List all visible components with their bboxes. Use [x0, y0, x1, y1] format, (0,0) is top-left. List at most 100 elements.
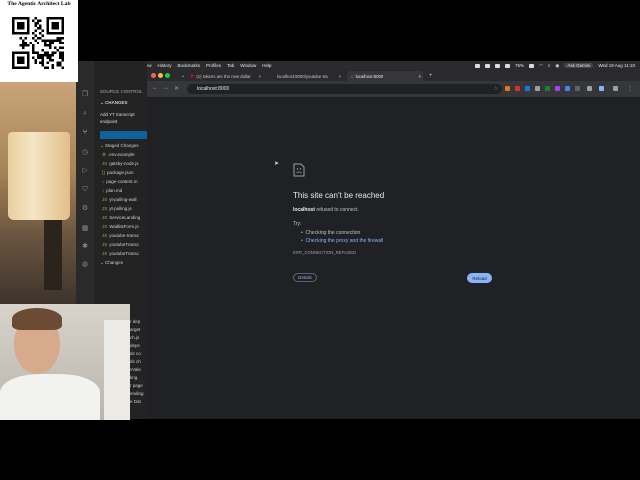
- audio-icon[interactable]: [504, 63, 510, 68]
- lab-title: The Agentic Architect Lab: [7, 1, 71, 7]
- back-arrow-icon[interactable]: ←: [152, 85, 158, 91]
- reload-button[interactable]: Reload: [467, 273, 492, 283]
- tab-youtube[interactable]: ▶ (1) tokens are the new dollar ×: [187, 71, 263, 81]
- search-panel-icon[interactable]: ⌕: [80, 109, 90, 119]
- js-file-icon: JS: [102, 161, 108, 166]
- staged-file[interactable]: ↓ plan.md: [102, 188, 122, 193]
- extension-icon[interactable]: [555, 86, 560, 91]
- extension-icon[interactable]: [515, 86, 520, 91]
- lower-item[interactable]: e Dat: [130, 399, 141, 404]
- menu-profiles[interactable]: Profiles: [206, 63, 221, 68]
- wifi-icon[interactable]: ◠: [539, 63, 543, 69]
- tab-search-icon[interactable]: ⌄: [177, 71, 185, 81]
- ai-icon[interactable]: ✱: [80, 241, 90, 251]
- database-icon[interactable]: ◍: [80, 259, 90, 269]
- extension-icon[interactable]: [505, 86, 510, 91]
- menu-history[interactable]: History: [157, 63, 171, 68]
- lower-item[interactable]: ch.js: [130, 335, 139, 340]
- staged-file-name: WaitlistForm.js: [109, 224, 139, 229]
- lower-item[interactable]: vVale: [130, 367, 141, 372]
- menu-kebab-icon[interactable]: ⋮: [627, 85, 633, 92]
- changes-subheader[interactable]: ⌄ Changes: [100, 260, 123, 266]
- display-icon[interactable]: [494, 63, 500, 68]
- chrome-window: ⌄ ▶ (1) tokens are the new dollar × localh…: [147, 69, 640, 419]
- record-icon[interactable]: [474, 63, 480, 68]
- close-window-button[interactable]: [151, 73, 156, 78]
- md-file-icon: ↓: [102, 188, 105, 193]
- js-file-icon: JS: [102, 233, 108, 238]
- suggestion-text: Checking the connection: [305, 230, 361, 236]
- search-icon[interactable]: ⌕: [548, 63, 551, 68]
- extensions-icon[interactable]: ▦: [80, 223, 90, 233]
- tab-localhost-youtube[interactable]: localhost:8000/youtube-tra ×: [273, 71, 343, 81]
- lower-item[interactable]: deps: [130, 343, 140, 348]
- tab-label: localhost:8000/youtube-tra: [277, 73, 328, 79]
- changes-header[interactable]: ⌄ CHANGES: [100, 100, 128, 106]
- js-file-icon: JS: [102, 197, 108, 202]
- minimize-window-button[interactable]: [158, 73, 163, 78]
- ask-gemini-button[interactable]: Ask Gemini: [564, 63, 594, 68]
- lower-item[interactable]: ds ch: [130, 359, 141, 364]
- js-file-icon: JS: [102, 215, 108, 220]
- tab-close-icon[interactable]: ×: [338, 74, 343, 79]
- tab-close-icon[interactable]: ×: [418, 74, 423, 79]
- reload-icon[interactable]: ✕: [174, 85, 179, 92]
- run-debug-icon[interactable]: ▷: [80, 165, 90, 175]
- shield-icon[interactable]: ⛉: [80, 185, 90, 195]
- staged-file-name: plan.md: [106, 188, 123, 193]
- staged-file[interactable]: JS yt-pulling-wall: [102, 197, 137, 202]
- extension-icon[interactable]: [484, 63, 490, 68]
- menu-bookmarks[interactable]: Bookmarks: [177, 63, 200, 68]
- staged-file[interactable]: JS youtubeTransc: [102, 251, 139, 256]
- extension-icon[interactable]: [565, 86, 570, 91]
- history-icon[interactable]: ◷: [80, 147, 90, 157]
- menu-window[interactable]: Window: [240, 63, 256, 68]
- remote-icon[interactable]: ⚙: [80, 203, 90, 213]
- staged-file[interactable]: JS ServiceLanding: [102, 215, 140, 220]
- explorer-icon[interactable]: ❐: [80, 89, 90, 99]
- details-button[interactable]: Details: [293, 273, 317, 282]
- extension-icon[interactable]: [535, 86, 540, 91]
- staged-file[interactable]: {} package.json: [102, 170, 134, 175]
- tab-close-icon[interactable]: ×: [258, 74, 263, 79]
- source-control-icon[interactable]: ⑂: [80, 127, 90, 137]
- tab-localhost[interactable]: ◌ localhost:8000 ×: [347, 71, 423, 81]
- person-shirt: [0, 374, 100, 420]
- profile-avatar[interactable]: [599, 86, 604, 91]
- staged-file[interactable]: JS youtube-transc: [102, 233, 139, 238]
- new-tab-button[interactable]: +: [425, 71, 433, 81]
- staged-file[interactable]: JS yt-pulling.js: [102, 206, 132, 211]
- staged-file[interactable]: JS gatsby-node.js: [102, 161, 139, 166]
- commit-message-input[interactable]: Add YT transcript endpoint: [100, 111, 144, 125]
- control-center-icon[interactable]: ◉: [555, 63, 559, 69]
- sidepanel-icon[interactable]: [613, 86, 618, 91]
- staged-file-name: page-content.m: [106, 179, 138, 184]
- person-hair: [12, 308, 62, 330]
- tab-bar: ⌄ ▶ (1) tokens are the new dollar × localh…: [147, 69, 640, 81]
- lower-item[interactable]: r dep: [130, 319, 140, 324]
- lower-item[interactable]: r page: [130, 383, 143, 388]
- source-control-title: SOURCE CONTROL: [100, 89, 143, 94]
- forward-arrow-icon[interactable]: →: [163, 85, 169, 91]
- menu-help[interactable]: Help: [262, 63, 271, 68]
- battery-icon[interactable]: [528, 63, 534, 68]
- extensions-puzzle-icon[interactable]: [587, 86, 592, 91]
- lower-item[interactable]: arget: [130, 327, 140, 332]
- lower-item[interactable]: ending: [130, 391, 144, 396]
- staged-file[interactable]: ↓ page-content.m: [102, 179, 138, 184]
- bookmark-star-icon[interactable]: ☆: [494, 86, 502, 92]
- extension-icon[interactable]: [575, 86, 580, 91]
- staged-file[interactable]: ⚙ .env.example: [102, 152, 134, 158]
- extension-icon[interactable]: [525, 86, 530, 91]
- lower-item[interactable]: ting.: [130, 375, 139, 380]
- staged-changes-header[interactable]: ⌄ Staged Changes: [100, 143, 139, 149]
- staged-file[interactable]: JS youtubeTransc: [102, 242, 139, 247]
- zoom-window-button[interactable]: [165, 73, 170, 78]
- suggestion-link[interactable]: • Checking the proxy and the firewall: [301, 238, 383, 244]
- address-bar[interactable]: localhost:8000 ☆: [187, 84, 502, 94]
- menu-tab[interactable]: Tab: [227, 63, 234, 68]
- extension-icon[interactable]: [545, 86, 550, 91]
- lower-item[interactable]: ds co: [130, 351, 141, 356]
- staged-file[interactable]: JS WaitlistForm.js: [102, 224, 139, 229]
- commit-button[interactable]: [100, 131, 147, 139]
